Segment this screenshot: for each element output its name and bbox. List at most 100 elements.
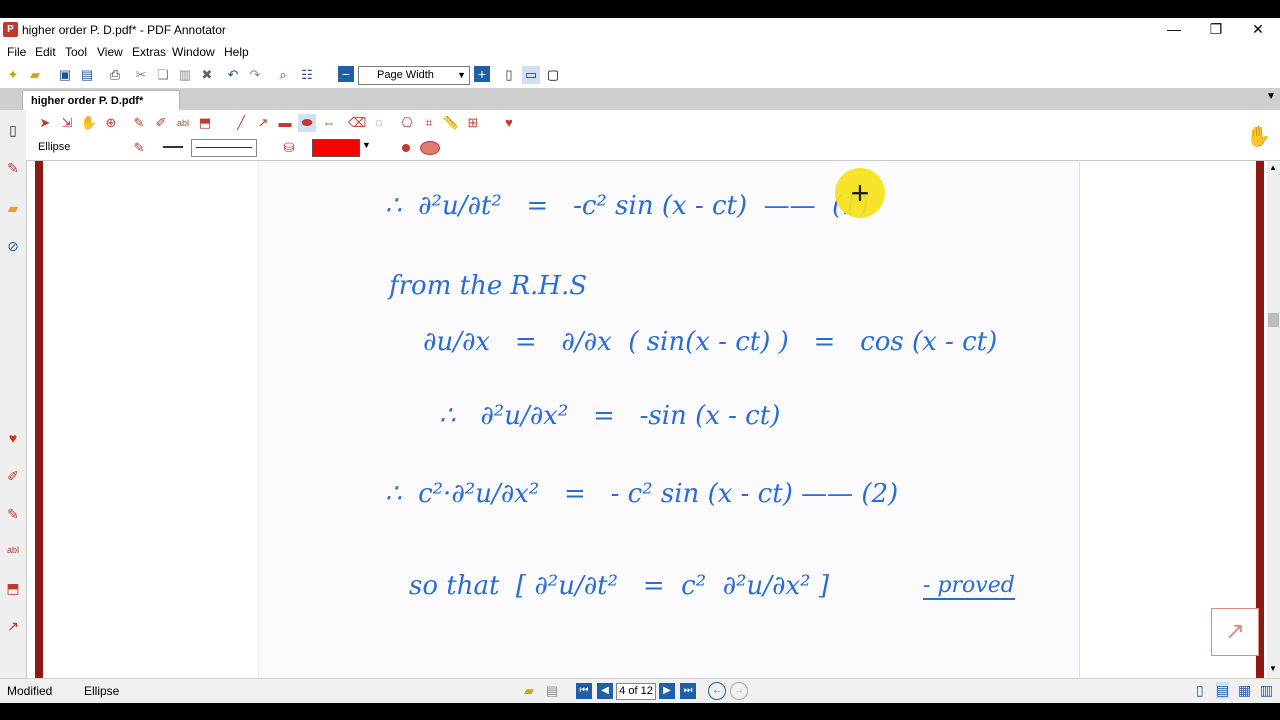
find-icon[interactable]: ⌕ (274, 66, 292, 84)
arrow-line-icon[interactable]: ↗ (254, 114, 272, 132)
favorites-heart-icon[interactable]: ♥ (500, 114, 518, 132)
color-dropdown-chevron-icon[interactable]: ▼ (362, 140, 371, 150)
hand-tool-icon[interactable]: ✋ (80, 114, 98, 132)
recent-docs-icon[interactable]: ▤ (546, 683, 558, 699)
ellipse-style-icon[interactable] (420, 141, 440, 155)
chevron-down-icon: ▼ (457, 70, 466, 80)
print-icon[interactable]: ⎙ (106, 66, 124, 84)
marker-icon[interactable]: ✐ (3, 466, 23, 486)
stamp-icon[interactable]: ⬒ (3, 578, 23, 598)
zoom-out-icon[interactable]: − (338, 66, 354, 82)
pen-icon[interactable]: ✎ (130, 114, 148, 132)
line-tool-icon[interactable]: ╱ (232, 114, 250, 132)
highlighter-icon[interactable]: ✎ (3, 504, 23, 524)
continuous-view-icon[interactable]: ▤ (1216, 682, 1230, 699)
text-box-icon[interactable]: abl (3, 540, 23, 560)
handwritten-line: so that [ ∂²u/∂t² = c² ∂²u/∂x² ] (409, 571, 829, 601)
select-tool-icon[interactable]: ➤ (36, 114, 54, 132)
two-page-view-icon[interactable]: ▦ (1238, 682, 1251, 699)
tab-list-chevron-icon[interactable]: ▼ (1266, 91, 1276, 102)
restore-button[interactable]: ❐ (1194, 18, 1238, 40)
attachment-icon[interactable]: ⊘ (3, 236, 23, 256)
two-page-continuous-icon[interactable]: ▥ (1260, 682, 1273, 699)
redo-icon[interactable]: ↷ (246, 66, 264, 84)
bookmark-icon[interactable]: ▰ (3, 198, 23, 218)
last-page-icon[interactable]: ⏭ (680, 683, 696, 699)
fit-width-icon[interactable]: ▭ (522, 66, 540, 84)
ellipse-tool-icon[interactable]: ⬬ (298, 114, 316, 132)
single-page-view-icon[interactable]: ▯ (1196, 682, 1204, 699)
fill-color-icon[interactable]: ⛁ (280, 139, 298, 157)
view-options-icon[interactable]: ☷ (298, 66, 316, 84)
document-tab[interactable]: higher order P. D.pdf* (22, 90, 180, 110)
text-select-icon[interactable]: ⇲ (58, 114, 76, 132)
lasso-icon[interactable]: ◌ (370, 114, 388, 132)
highlight-pen-icon[interactable]: ✐ (152, 114, 170, 132)
minimize-button[interactable]: — (1152, 18, 1196, 40)
back-icon[interactable]: ← (708, 682, 726, 700)
forward-icon[interactable]: → (730, 682, 748, 700)
next-page-icon[interactable]: ▶ (659, 683, 675, 699)
open-folder-icon[interactable]: ▰ (26, 66, 44, 84)
ruler-icon[interactable]: 📏 (442, 114, 460, 132)
scroll-down-icon[interactable]: ▼ (1269, 664, 1277, 673)
eraser-icon[interactable]: ⌫ (348, 114, 366, 132)
save-as-icon[interactable]: ▤ (78, 66, 96, 84)
open-folder-status-icon[interactable]: ▰ (524, 683, 534, 699)
zoom-select[interactable]: Page Width ▼ (358, 66, 470, 85)
menu-edit[interactable]: Edit (35, 45, 56, 59)
page-number-input[interactable]: 4 of 12 (616, 683, 656, 700)
fullscreen-icon[interactable]: ▢ (544, 66, 562, 84)
text-tool-icon[interactable]: abl (174, 114, 192, 132)
undo-icon[interactable]: ↶ (224, 66, 242, 84)
first-page-icon[interactable]: ⏮ (576, 683, 592, 699)
vertical-scrollbar[interactable]: ▲ ▼ (1267, 161, 1280, 678)
status-bar: Modified Ellipse ▰ ▤ ⏮ ◀ 4 of 12 ▶ ⏭ ← →… (0, 678, 1280, 703)
zoom-in-icon[interactable]: + (474, 66, 490, 82)
close-button[interactable]: ✕ (1236, 18, 1280, 40)
copy-icon[interactable]: ❏ (154, 66, 172, 84)
previous-page-icon[interactable]: ◀ (597, 683, 613, 699)
dot-size-small-icon[interactable] (402, 144, 410, 152)
cut-icon[interactable]: ✂ (132, 66, 150, 84)
favorite-heart-icon[interactable]: ♥ (3, 428, 23, 448)
proved-note: - proved (923, 573, 1015, 600)
menu-window[interactable]: Window (172, 45, 215, 59)
arrow-annotation-icon[interactable]: ↗ (1211, 608, 1259, 656)
paste-icon[interactable]: ▥ (176, 66, 194, 84)
snapshot-icon[interactable]: ⎔ (398, 114, 416, 132)
line-style-select[interactable] (191, 139, 257, 157)
zoom-tool-icon[interactable]: ⊕ (102, 114, 120, 132)
menu-help[interactable]: Help (224, 45, 249, 59)
arrow-tool-icon[interactable]: ↗ (3, 616, 23, 636)
delete-icon[interactable]: ✖ (198, 66, 216, 84)
rectangle-tool-icon[interactable]: ▬ (276, 114, 294, 132)
crop-icon[interactable]: ⌗ (420, 114, 438, 132)
menu-view[interactable]: View (97, 45, 123, 59)
menu-tool[interactable]: Tool (65, 45, 87, 59)
handwritten-line: ∴ ∂²u/∂x² = -sin (x - ct) (439, 401, 781, 431)
measure-tool-icon[interactable]: ⇔ (320, 114, 338, 132)
insert-image-icon[interactable]: ⊞ (464, 114, 482, 132)
save-icon[interactable]: ▣ (56, 66, 74, 84)
pdf-page[interactable]: ∴ ∂²u/∂t² = -c² sin (x - ct) —— (1) from… (258, 161, 1080, 678)
pdf-annotator-icon: P (3, 22, 18, 37)
color-swatch[interactable] (312, 139, 360, 157)
scroll-thumb[interactable] (1268, 313, 1279, 327)
scroll-up-icon[interactable]: ▲ (1269, 163, 1277, 172)
page-border-right (1256, 161, 1264, 678)
menu-extras[interactable]: Extras (132, 45, 166, 59)
pen-tool-icon[interactable]: ✎ (3, 158, 23, 178)
main-toolbar: ✦ ▰ ▣ ▤ ⎙ ✂ ❏ ▥ ✖ ↶ ↷ ⌕ ☷ − Page Width ▼ … (0, 62, 1280, 88)
handwritten-line: from the R.H.S (389, 271, 588, 301)
line-color-icon[interactable]: ✎ (130, 139, 148, 157)
page-border-left (35, 161, 43, 678)
single-page-icon[interactable]: ▯ (500, 66, 518, 84)
window-title: higher order P. D.pdf* - PDF Annotator (22, 23, 226, 37)
menu-file[interactable]: File (7, 45, 26, 59)
hand-icon[interactable]: ✋ (1246, 124, 1271, 149)
new-icon[interactable]: ✦ (4, 66, 22, 84)
page-view-icon[interactable]: ▯ (3, 120, 23, 140)
line-width-icon[interactable] (163, 146, 183, 148)
stamp-tool-icon[interactable]: ⬒ (196, 114, 214, 132)
